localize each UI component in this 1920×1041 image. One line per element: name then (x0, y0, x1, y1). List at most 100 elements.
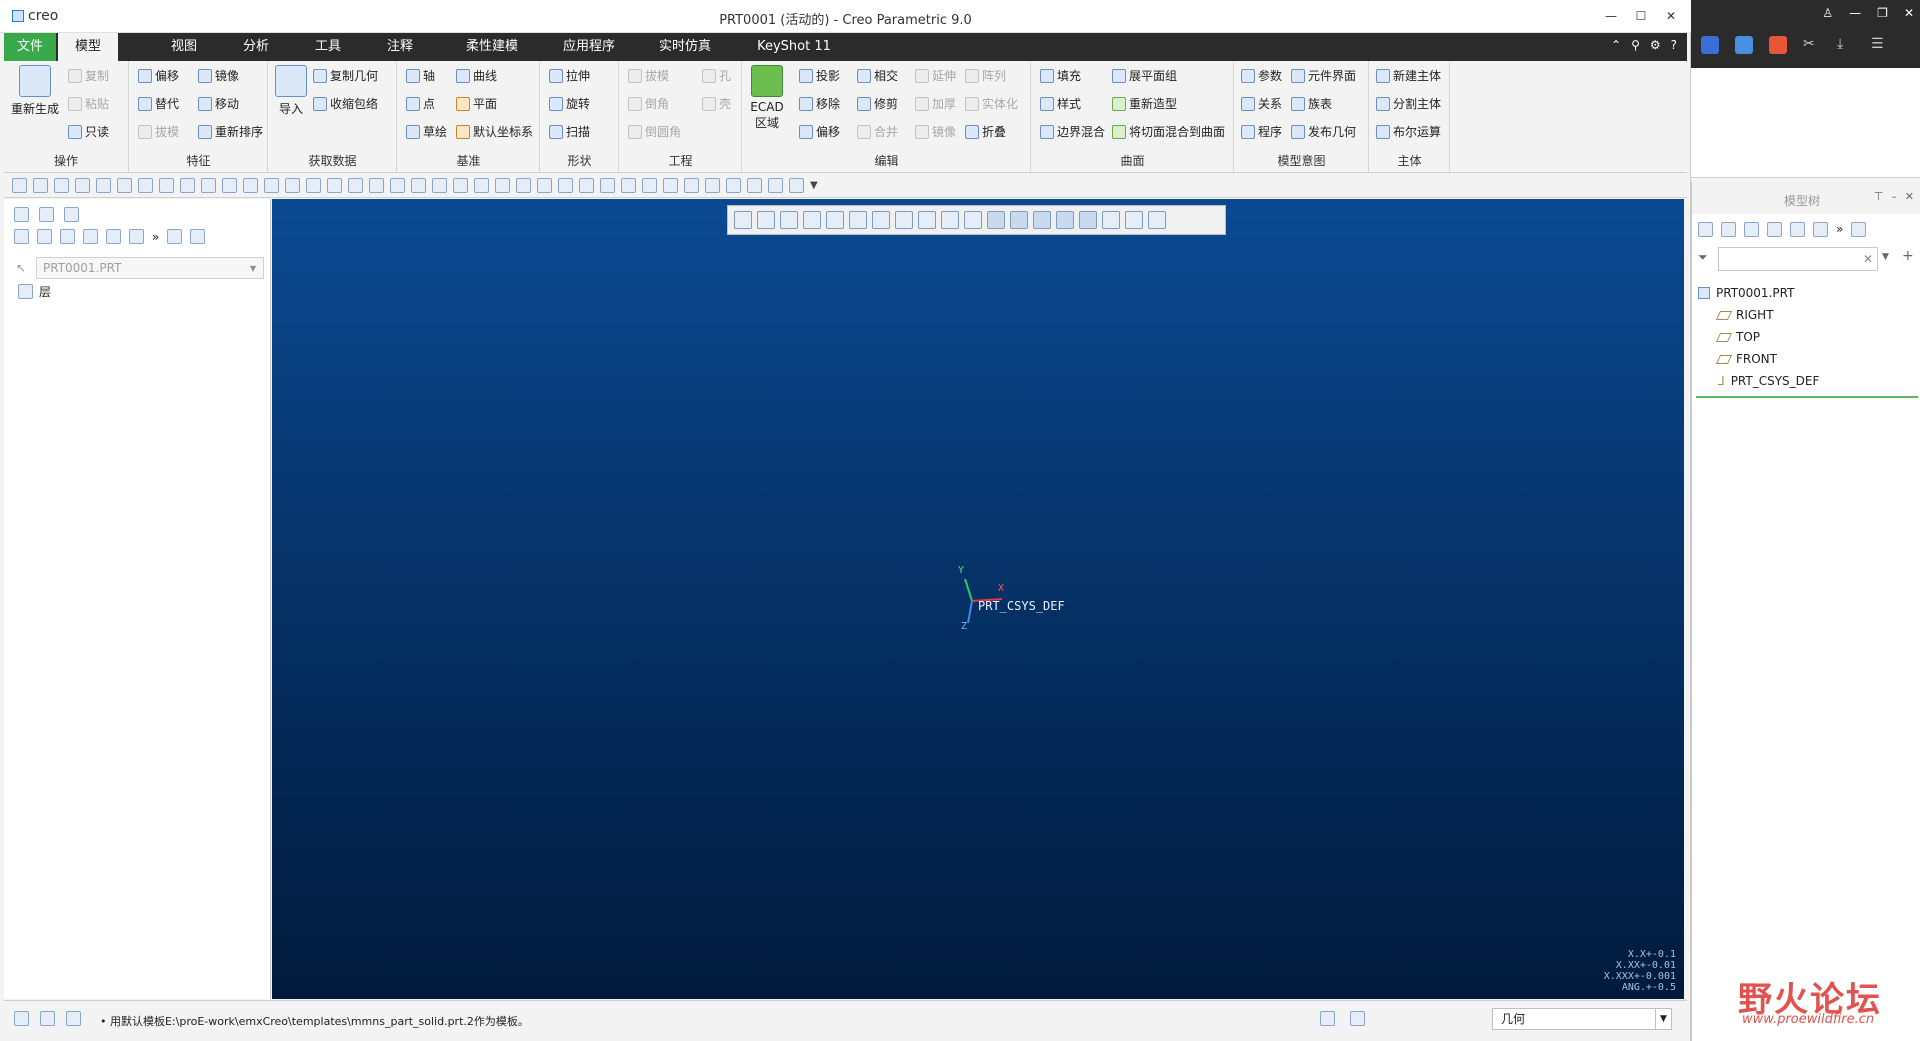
solidify-button[interactable]: 实体化 (965, 95, 1018, 112)
zoom-in-icon[interactable] (757, 211, 775, 229)
group-label-operations[interactable]: 操作 (4, 152, 128, 169)
axis-filter-icon[interactable] (987, 211, 1005, 229)
sweep-button[interactable]: 扫描 (549, 123, 590, 140)
redo-icon[interactable] (138, 178, 153, 193)
section-view-icon[interactable] (918, 211, 936, 229)
csys-filter-icon[interactable] (1033, 211, 1051, 229)
saved-views-icon[interactable] (432, 178, 447, 193)
mirror-edit-button[interactable]: 镜像 (915, 123, 956, 140)
display-style-icon[interactable] (826, 211, 844, 229)
reorder-button[interactable]: 重新排序 (198, 123, 263, 140)
thicken-button[interactable]: 加厚 (915, 95, 956, 112)
group-label-engineering[interactable]: 工程 (620, 152, 741, 169)
appearance-icon[interactable] (180, 178, 195, 193)
tree-filter-icon[interactable] (1790, 222, 1805, 237)
minimize-button[interactable]: — (1599, 6, 1623, 26)
save-as-icon[interactable] (75, 178, 90, 193)
copy-geometry-button[interactable]: 复制几何 (313, 67, 378, 84)
new-body-button[interactable]: 新建主体 (1376, 67, 1441, 84)
find-tool-icon[interactable] (1350, 1011, 1365, 1026)
sync-icon[interactable] (1735, 36, 1753, 54)
pattern-button[interactable]: 阵列 (965, 67, 1006, 84)
layer-new-icon[interactable] (106, 229, 121, 244)
tab-keyshot[interactable]: KeyShot 11 (744, 33, 844, 61)
model-tree-tab-icon[interactable] (14, 207, 29, 222)
move-button[interactable]: 移动 (198, 95, 239, 112)
search-dropdown-icon[interactable]: ▼ (1882, 252, 1889, 262)
sketch-view-icon[interactable] (1102, 211, 1120, 229)
save-icon[interactable] (54, 178, 69, 193)
mirror-feature-button[interactable]: 镜像 (198, 67, 239, 84)
replace-button[interactable]: 替代 (138, 95, 179, 112)
no-hidden-icon[interactable] (390, 178, 405, 193)
group-label-editing[interactable]: 编辑 (743, 152, 1030, 169)
repaint-icon[interactable] (803, 211, 821, 229)
ecad-area-button[interactable]: ECAD 区域 (747, 65, 787, 131)
graphics-viewport[interactable]: Y X Z PRT_CSYS_DEF X.X+-0.1 X.XX+-0.01 X… (272, 199, 1684, 999)
spin-center-icon[interactable] (453, 178, 468, 193)
group-label-surfaces[interactable]: 曲面 (1032, 152, 1233, 169)
component-interface-button[interactable]: 元件界面 (1291, 67, 1356, 84)
customize-icon[interactable] (684, 178, 699, 193)
menu-icon[interactable]: ☰ (1871, 36, 1889, 54)
reference-icon[interactable] (600, 178, 615, 193)
point-button[interactable]: 点 (406, 95, 435, 112)
shirt-icon[interactable]: ♙ (1822, 6, 1833, 20)
browser-restore-icon[interactable]: ❐ (1877, 6, 1888, 20)
measure-icon[interactable] (495, 178, 510, 193)
tab-simulation[interactable]: 实时仿真 (645, 33, 725, 61)
pause-icon[interactable] (1125, 211, 1143, 229)
annotation-display-icon[interactable] (474, 178, 489, 193)
model-display-icon[interactable] (768, 178, 783, 193)
tab-analysis[interactable]: 分析 (226, 33, 286, 61)
hole-button[interactable]: 孔 (702, 67, 731, 84)
paste-button[interactable]: 粘贴 (68, 95, 109, 112)
tree-node-right[interactable]: RIGHT (1698, 304, 1819, 326)
zoom-icon[interactable] (579, 178, 594, 193)
tab-file[interactable]: 文件 (4, 33, 56, 61)
shell-button[interactable]: 壳 (702, 95, 731, 112)
tab-view[interactable]: 视图 (154, 33, 214, 61)
restyle-button[interactable]: 重新造型 (1112, 95, 1177, 112)
new-icon[interactable] (12, 178, 27, 193)
more-icon[interactable]: » (152, 230, 159, 244)
fold-button[interactable]: 折叠 (965, 123, 1006, 140)
layer-tab-icon[interactable] (14, 229, 29, 244)
selection-icon[interactable] (1320, 1011, 1335, 1026)
tree-save-icon[interactable] (1851, 222, 1867, 237)
chamfer-button[interactable]: 倒角 (628, 95, 669, 112)
axis-button[interactable]: 轴 (406, 67, 435, 84)
group-label-shapes[interactable]: 形状 (541, 152, 618, 169)
scissors-icon[interactable]: ✂ (1803, 36, 1821, 54)
search-icon[interactable]: ⚲ (1631, 38, 1640, 52)
draft-eng-button[interactable]: 拔模 (628, 67, 669, 84)
tree-more-icon[interactable]: » (1836, 222, 1843, 237)
shield-icon[interactable] (1769, 36, 1787, 54)
family-table-button[interactable]: 族表 (1291, 95, 1332, 112)
regenerate-button[interactable]: 重新生成 (10, 65, 60, 117)
plane-button[interactable]: 平面 (456, 95, 497, 112)
parameters-button[interactable]: 参数 (1241, 67, 1282, 84)
default-coordinate-system[interactable]: Y X Z PRT_CSYS_DEF (958, 565, 1065, 638)
browser-minimize-icon[interactable]: — (1849, 6, 1861, 20)
sketch-button[interactable]: 草绘 (406, 123, 447, 140)
trim-button[interactable]: 修剪 (857, 95, 898, 112)
style-button[interactable]: 样式 (1040, 95, 1081, 112)
settings-icon[interactable]: ⚙ (1650, 38, 1661, 52)
layer-select-icon[interactable] (83, 229, 98, 244)
revolve-button[interactable]: 旋转 (549, 95, 590, 112)
close-window-icon[interactable] (789, 178, 804, 193)
layer-filter-icon[interactable] (167, 229, 183, 244)
columns-icon[interactable] (60, 229, 75, 244)
datum-display-toggle-icon[interactable] (1079, 211, 1097, 229)
copy-button[interactable]: 复制 (68, 67, 109, 84)
plane-filter-icon[interactable] (964, 211, 982, 229)
project-button[interactable]: 投影 (799, 67, 840, 84)
flatten-quilt-button[interactable]: 展平面组 (1112, 67, 1177, 84)
insert-marker[interactable] (1696, 396, 1918, 398)
view-manager-icon[interactable] (872, 211, 890, 229)
blend-tangent-button[interactable]: 将切面混合到曲面 (1112, 123, 1225, 140)
extrude-button[interactable]: 拉伸 (549, 67, 590, 84)
collapse-ribbon-icon[interactable]: ⌃ (1611, 38, 1621, 52)
refit-icon[interactable] (734, 211, 752, 229)
